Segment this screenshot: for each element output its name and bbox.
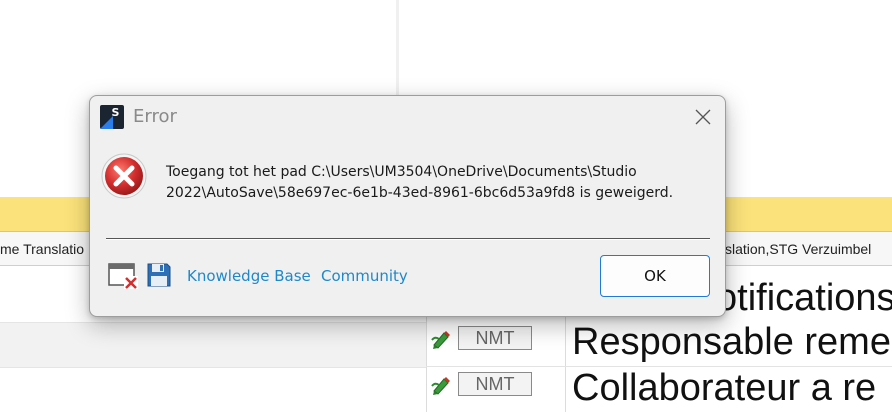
svg-text:S: S bbox=[112, 106, 120, 119]
dialog-title: Error bbox=[133, 106, 177, 127]
app-icon: S bbox=[100, 105, 124, 129]
header-right-text: slation,STG Verzuimbel bbox=[725, 241, 872, 257]
segment-row[interactable]: NMT Collaborateur a re bbox=[428, 367, 892, 412]
save-icon[interactable] bbox=[147, 263, 171, 287]
segment-row[interactable]: NMT Responsable reme bbox=[428, 321, 892, 366]
close-icon bbox=[695, 109, 711, 125]
status-badge: NMT bbox=[458, 326, 532, 350]
segment-text: Collaborateur a re bbox=[572, 367, 877, 409]
segment-text-top: otifications bbox=[716, 277, 892, 319]
pen-icon bbox=[431, 377, 450, 395]
ok-button[interactable]: OK bbox=[600, 255, 710, 297]
knowledge-base-link[interactable]: Knowledge Base bbox=[187, 267, 311, 285]
error-message: Toegang tot het pad C:\Users\UM3504\OneD… bbox=[166, 164, 674, 201]
knowledge-base-icon[interactable] bbox=[108, 262, 140, 290]
segment-text: Responsable reme bbox=[572, 321, 891, 363]
community-link[interactable]: Community bbox=[321, 267, 408, 285]
error-dialog: S Error Toegang tot het pad C:\Users\UM3… bbox=[89, 95, 726, 317]
pen-icon bbox=[431, 331, 450, 349]
error-icon bbox=[101, 153, 147, 199]
close-button[interactable] bbox=[688, 102, 718, 132]
title-bar[interactable]: S Error bbox=[90, 96, 725, 138]
separator-highlight bbox=[106, 239, 710, 240]
header-left-text: me Translatio bbox=[0, 241, 85, 257]
grey-row bbox=[0, 322, 426, 368]
status-badge: NMT bbox=[458, 372, 532, 396]
